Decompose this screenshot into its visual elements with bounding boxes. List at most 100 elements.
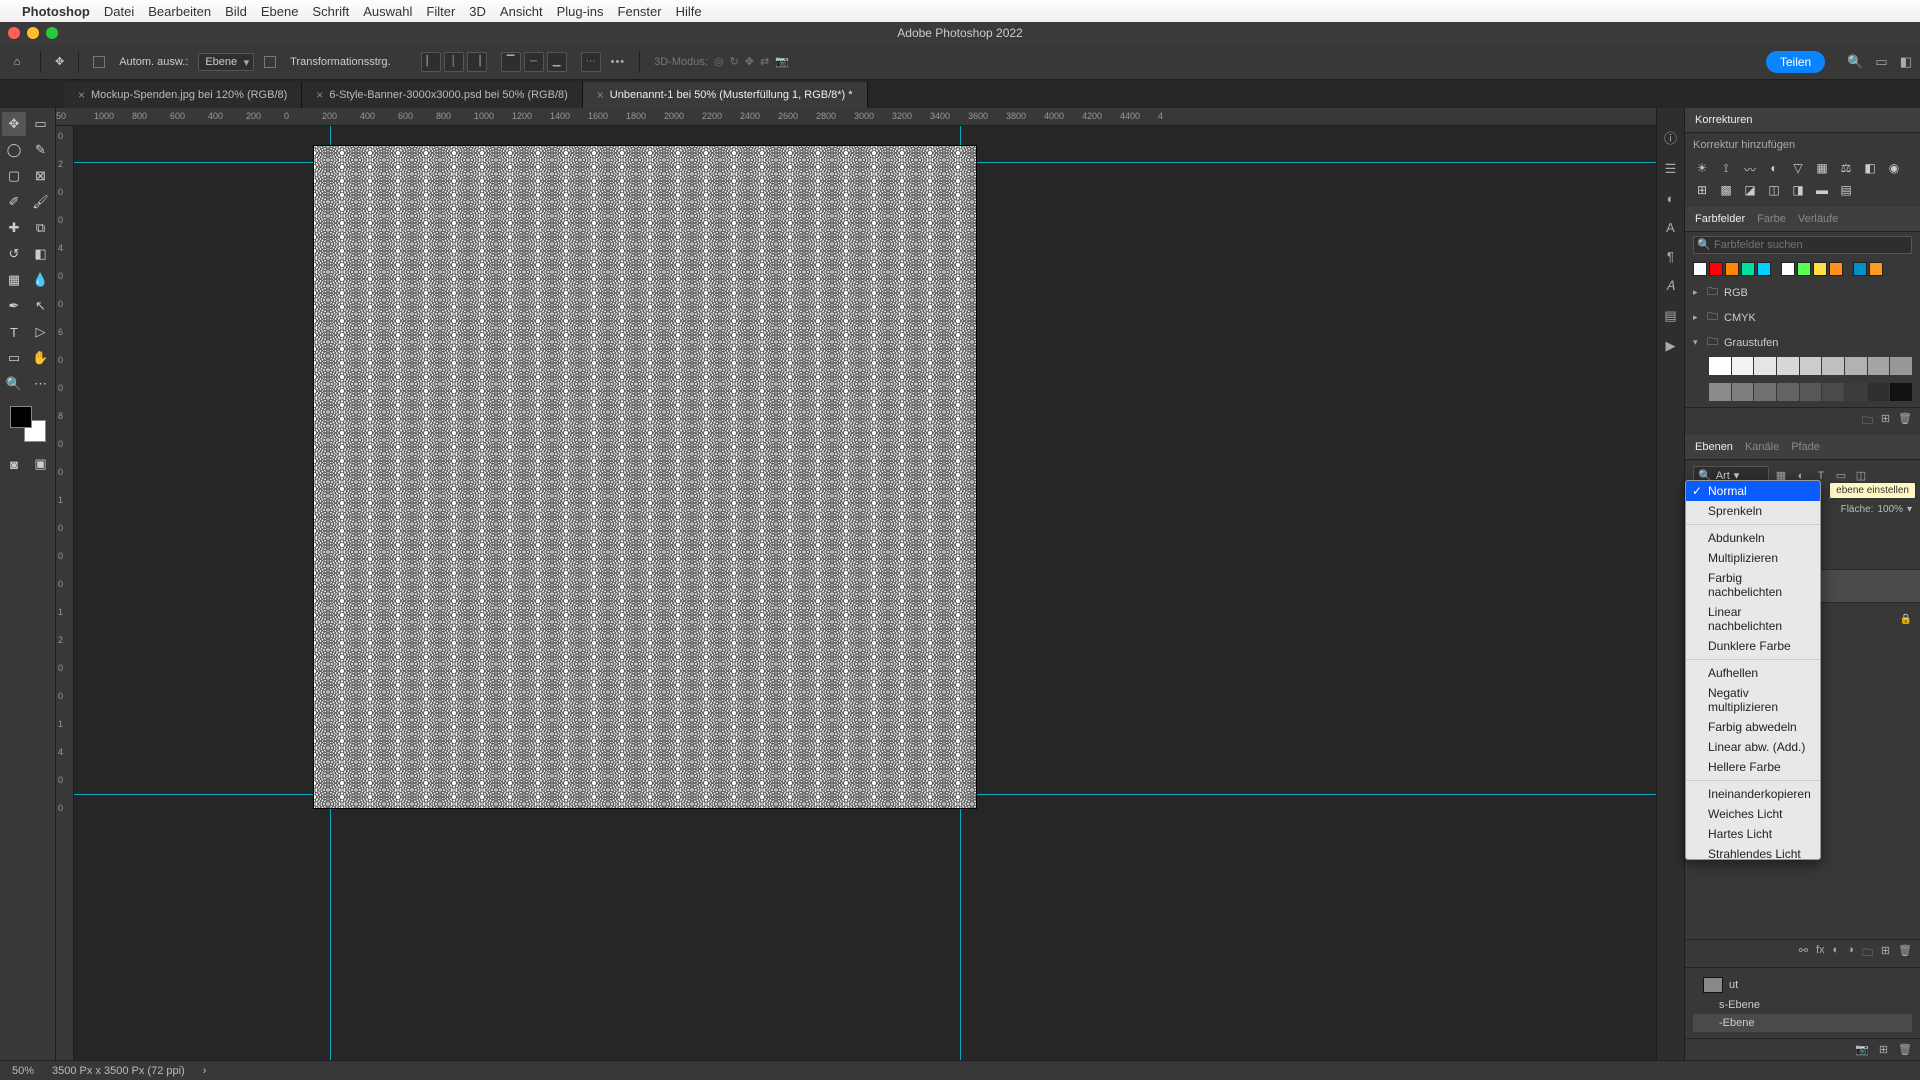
align-left-icon[interactable]: ▏ bbox=[421, 52, 441, 72]
shape-tool[interactable]: ▭ bbox=[2, 346, 26, 370]
menu-schrift[interactable]: Schrift bbox=[312, 4, 349, 19]
swatch-delete-icon[interactable]: 🗑 bbox=[1898, 412, 1912, 431]
history-snapshot-icon[interactable]: 📷 bbox=[1855, 1043, 1869, 1056]
color-swatch[interactable] bbox=[1853, 262, 1867, 276]
share-button[interactable]: Teilen bbox=[1766, 51, 1825, 73]
history-new-icon[interactable]: ⊞ bbox=[1879, 1043, 1888, 1056]
eyedropper-tool[interactable]: ✐ bbox=[2, 190, 26, 214]
clone-tool[interactable]: ⧉ bbox=[29, 216, 53, 240]
fill-value[interactable]: 100% bbox=[1877, 504, 1903, 515]
gray-swatch[interactable] bbox=[1732, 357, 1754, 375]
selective-color-icon[interactable]: ▤ bbox=[1837, 183, 1855, 199]
gray-swatch[interactable] bbox=[1822, 383, 1844, 401]
layer-style-icon[interactable]: fx bbox=[1816, 944, 1825, 963]
color-swatch[interactable] bbox=[1741, 262, 1755, 276]
frame-tool[interactable]: ⊠ bbox=[29, 164, 53, 188]
crop-tool[interactable]: ▢ bbox=[2, 164, 26, 188]
gray-swatch[interactable] bbox=[1800, 383, 1822, 401]
menu-filter[interactable]: Filter bbox=[426, 4, 455, 19]
workspace-icon[interactable]: ▭ bbox=[1875, 54, 1887, 70]
blend-mode-option[interactable]: Sprenkeln bbox=[1686, 501, 1820, 521]
actions-panel-icon[interactable]: ▶ bbox=[1666, 338, 1676, 354]
gray-swatch[interactable] bbox=[1845, 383, 1867, 401]
minimize-window-icon[interactable] bbox=[27, 27, 39, 39]
channel-mixer-icon[interactable]: ⊞ bbox=[1693, 183, 1711, 199]
delete-layer-icon[interactable]: 🗑 bbox=[1898, 944, 1912, 963]
tab-farbe[interactable]: Farbe bbox=[1757, 213, 1786, 225]
auto-select-checkbox[interactable] bbox=[93, 56, 105, 68]
blend-mode-option[interactable]: Normal bbox=[1686, 481, 1820, 501]
blend-mode-option[interactable]: Linear abw. (Add.) bbox=[1686, 737, 1820, 757]
tab-farbfelder[interactable]: Farbfelder bbox=[1695, 213, 1745, 225]
lock-icon[interactable]: 🔒 bbox=[1900, 614, 1912, 625]
tab-verlaeufe[interactable]: Verläufe bbox=[1798, 213, 1838, 225]
zoom-window-icon[interactable] bbox=[46, 27, 58, 39]
swatch-folder[interactable]: ▾🗀Graustufen bbox=[1685, 330, 1920, 355]
blend-mode-option[interactable]: Hellere Farbe bbox=[1686, 757, 1820, 777]
close-tab-icon[interactable]: × bbox=[78, 88, 85, 102]
document-tab[interactable]: ×Unbenannt-1 bei 50% (Musterfüllung 1, R… bbox=[583, 82, 868, 108]
eraser-tool[interactable]: ◧ bbox=[29, 242, 53, 266]
blend-mode-option[interactable]: Farbig nachbelichten bbox=[1686, 568, 1820, 602]
roll-3d-icon[interactable]: ↻ bbox=[730, 55, 739, 68]
gray-swatch[interactable] bbox=[1709, 357, 1731, 375]
direct-select-tool[interactable]: ▷ bbox=[29, 320, 53, 344]
color-swatch[interactable] bbox=[1725, 262, 1739, 276]
gradient-tool[interactable]: ▦ bbox=[2, 268, 26, 292]
filter-smart-icon[interactable]: ◫ bbox=[1853, 469, 1869, 482]
transform-controls-checkbox[interactable] bbox=[264, 56, 276, 68]
status-chevron-icon[interactable]: › bbox=[203, 1065, 207, 1077]
gray-swatch[interactable] bbox=[1777, 357, 1799, 375]
menu-hilfe[interactable]: Hilfe bbox=[676, 4, 702, 19]
levels-icon[interactable]: ⟟ bbox=[1717, 161, 1735, 177]
color-swatch[interactable] bbox=[1709, 262, 1723, 276]
menu-plugins[interactable]: Plug-ins bbox=[557, 4, 604, 19]
blend-mode-option[interactable]: Dunklere Farbe bbox=[1686, 636, 1820, 656]
color-swatch[interactable] bbox=[1797, 262, 1811, 276]
history-doc-row[interactable]: ut bbox=[1693, 974, 1912, 996]
filter-shape-icon[interactable]: ▭ bbox=[1833, 469, 1849, 482]
artboard[interactable] bbox=[314, 146, 976, 808]
hand-tool[interactable]: ✋ bbox=[29, 346, 53, 370]
gray-swatch[interactable] bbox=[1890, 357, 1912, 375]
gray-swatch[interactable] bbox=[1732, 383, 1754, 401]
gray-swatch[interactable] bbox=[1709, 383, 1731, 401]
menu-3d[interactable]: 3D bbox=[469, 4, 486, 19]
swatch-folder[interactable]: ▸🗀RGB bbox=[1685, 280, 1920, 305]
lasso-tool[interactable]: ◯ bbox=[2, 138, 26, 162]
align-top-icon[interactable]: ▔ bbox=[501, 52, 521, 72]
swatch-new-icon[interactable]: ⊞ bbox=[1881, 412, 1890, 431]
gray-swatch[interactable] bbox=[1868, 383, 1890, 401]
pen-tool[interactable]: ✒ bbox=[2, 294, 26, 318]
info-panel-icon[interactable]: ⓘ bbox=[1664, 128, 1677, 147]
ruler-vertical[interactable]: 0200400600800100012001400 bbox=[56, 126, 74, 1060]
menu-bearbeiten[interactable]: Bearbeiten bbox=[148, 4, 211, 19]
photo-filter-icon[interactable]: ◉ bbox=[1885, 161, 1903, 177]
document-canvas[interactable] bbox=[74, 126, 1656, 1060]
swatch-folder[interactable]: ▸🗀CMYK bbox=[1685, 305, 1920, 330]
posterize-icon[interactable]: ◫ bbox=[1765, 183, 1783, 199]
menu-ansicht[interactable]: Ansicht bbox=[500, 4, 543, 19]
new-fill-icon[interactable]: ◑ bbox=[1847, 944, 1854, 963]
color-swatch[interactable] bbox=[1813, 262, 1827, 276]
blend-mode-option[interactable]: Aufhellen bbox=[1686, 663, 1820, 683]
path-select-tool[interactable]: ↖ bbox=[29, 294, 53, 318]
blend-mode-option[interactable]: Hartes Licht bbox=[1686, 824, 1820, 844]
blend-mode-option[interactable]: Ineinanderkopieren bbox=[1686, 784, 1820, 804]
tab-pfade[interactable]: Pfade bbox=[1791, 441, 1820, 453]
new-group-icon[interactable]: 🗀 bbox=[1862, 944, 1873, 963]
color-lookup-icon[interactable]: ▩ bbox=[1717, 183, 1735, 199]
align-center-h-icon[interactable]: │ bbox=[444, 52, 464, 72]
menu-datei[interactable]: Datei bbox=[104, 4, 134, 19]
swatch-folder-icon[interactable]: 🗀 bbox=[1862, 412, 1873, 431]
color-swatch[interactable] bbox=[1829, 262, 1843, 276]
distribute-icon[interactable]: ⋯ bbox=[581, 52, 601, 72]
gray-swatch[interactable] bbox=[1777, 383, 1799, 401]
panel-korrekturen-header[interactable]: Korrekturen bbox=[1685, 108, 1920, 133]
healing-tool[interactable]: ✚ bbox=[2, 216, 26, 240]
history-step[interactable]: s-Ebene bbox=[1693, 996, 1912, 1014]
tab-korrekturen[interactable]: Korrekturen bbox=[1695, 114, 1752, 126]
libraries-panel-icon[interactable]: ▤ bbox=[1664, 308, 1676, 324]
blend-mode-option[interactable]: Linear nachbelichten bbox=[1686, 602, 1820, 636]
brightness-icon[interactable]: ☀ bbox=[1693, 161, 1711, 177]
